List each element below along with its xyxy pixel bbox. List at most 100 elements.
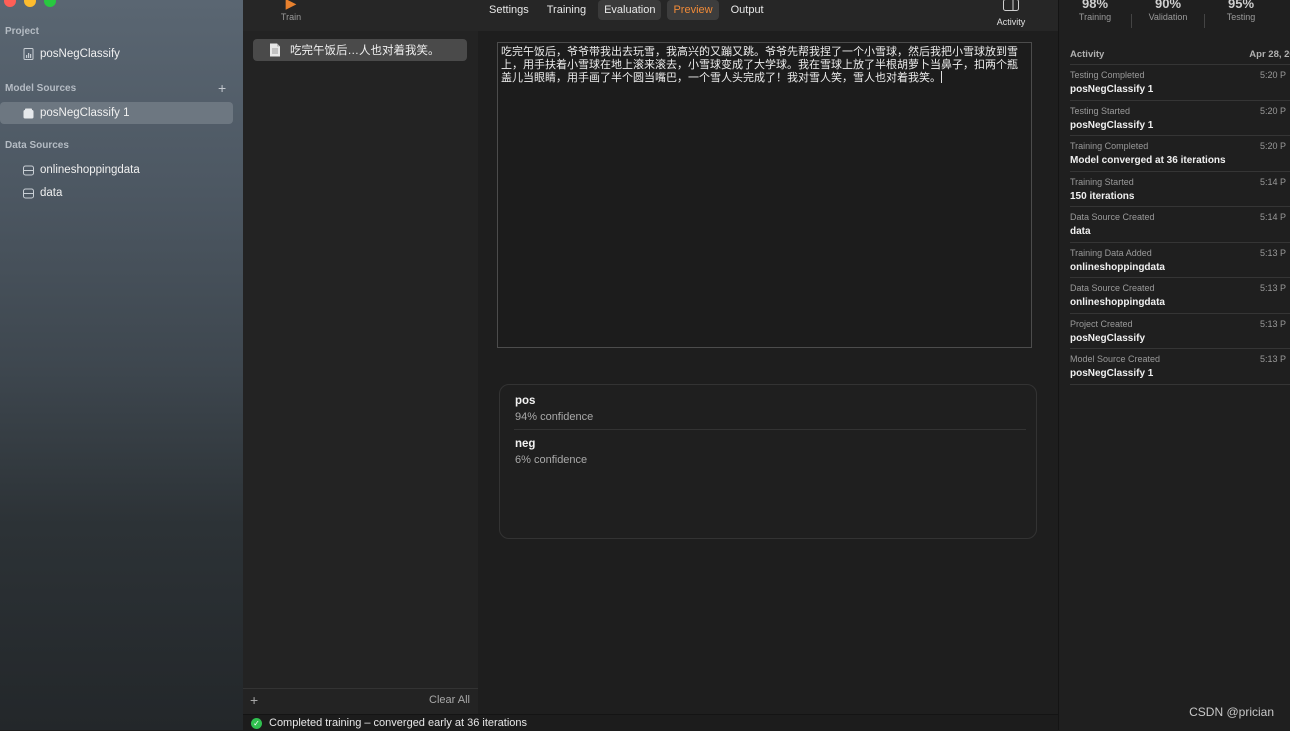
zoom-window-button[interactable] — [44, 0, 56, 7]
toolbar: ▶ Train Settings Training Evaluation Pre… — [243, 0, 1058, 32]
activity-sidebar-icon — [1003, 0, 1019, 11]
list-item[interactable]: Training Data Added 5:13 P onlineshoppin… — [1070, 241, 1290, 278]
checkmark-icon: ✓ — [251, 717, 262, 729]
activity-button[interactable]: Activity — [988, 0, 1034, 27]
sidebar-item-data-source[interactable]: onlineshoppingdata — [0, 159, 233, 181]
sidebar-item-label: onlineshoppingdata — [40, 164, 140, 176]
metric-testing: 95% Testing — [1205, 0, 1277, 30]
data-sources-section-title: Data Sources — [5, 140, 69, 151]
event-time: 5:14 P — [1260, 176, 1287, 187]
watermark: CSDN @prician — [1189, 705, 1274, 719]
activity-header: Activity Apr 28, 202 — [1070, 49, 1290, 60]
list-item[interactable]: Testing Completed 5:20 P posNegClassify … — [1070, 64, 1290, 100]
result-confidence: 94% confidence — [515, 411, 594, 423]
event-detail: onlineshoppingdata — [1070, 261, 1165, 273]
document-icon — [270, 43, 280, 57]
event-time: 5:20 P — [1260, 105, 1287, 116]
event-kind: Training Completed — [1070, 141, 1149, 151]
text-caret — [941, 71, 942, 83]
list-item[interactable]: 吃完午饭后…人也对着我笑。 — [253, 39, 467, 61]
prediction-results: pos 94% confidence neg 6% confidence — [499, 384, 1037, 539]
event-detail: 150 iterations — [1070, 190, 1135, 202]
metric-validation: 90% Validation — [1132, 0, 1204, 30]
event-kind: Data Source Created — [1070, 283, 1155, 293]
activity-panel: 98% Training 90% Validation 95% Testing … — [1058, 0, 1290, 730]
metric-value: 95% — [1227, 0, 1255, 11]
list-item[interactable]: Testing Started 5:20 P posNegClassify 1 — [1070, 99, 1290, 136]
event-kind: Testing Started — [1070, 105, 1131, 116]
event-kind: Model Source Created — [1070, 354, 1161, 364]
database-icon — [22, 164, 34, 176]
sidebar-item-label: data — [40, 187, 63, 199]
sidebar: Project posNegClassify Model Sources + p… — [0, 0, 244, 730]
play-icon: ▶ — [285, 0, 297, 11]
event-time: 5:13 P — [1260, 247, 1287, 258]
activity-label: Activity — [996, 17, 1026, 27]
event-detail: data — [1070, 226, 1091, 237]
model-sources-section-title: Model Sources — [5, 83, 77, 94]
tab-output[interactable]: Output — [725, 0, 770, 20]
result-divider — [514, 429, 1026, 430]
event-detail: posNegClassify 1 — [1070, 84, 1154, 95]
accuracy-metrics: 98% Training 90% Validation 95% Testing — [1059, 0, 1290, 30]
sidebar-item-model-source[interactable]: posNegClassify 1 — [0, 102, 233, 124]
train-label: Train — [280, 12, 302, 22]
preview-main: 吃完午饭后，爷爷带我出去玩雪，我高兴的又蹦又跳。爷爷先帮我捏了一个小雪球，然后我… — [478, 31, 1058, 721]
metric-training: 98% Training — [1059, 0, 1131, 30]
add-preview-button[interactable]: + — [250, 692, 258, 708]
event-time: 5:13 P — [1260, 318, 1287, 329]
event-kind: Testing Completed — [1070, 70, 1145, 80]
event-time: 5:14 P — [1260, 212, 1287, 222]
list-item-label: 吃完午饭后…人也对着我笑。 — [290, 45, 440, 57]
event-detail: Model converged at 36 iterations — [1070, 155, 1226, 166]
activity-list: Testing Completed 5:20 P posNegClassify … — [1070, 64, 1290, 385]
sidebar-item-data-source[interactable]: data — [0, 182, 233, 204]
metric-label: Testing — [1226, 12, 1256, 22]
tab-preview[interactable]: Preview — [667, 0, 719, 20]
event-detail: posNegClassify 1 — [1070, 119, 1154, 131]
project-section-title: Project — [5, 26, 39, 37]
train-button[interactable]: ▶ Train — [276, 0, 306, 22]
event-kind: Data Source Created — [1070, 212, 1155, 222]
list-item[interactable]: Model Source Created 5:13 P posNegClassi… — [1070, 348, 1290, 385]
list-item[interactable]: Project Created 5:13 P posNegClassify — [1070, 312, 1290, 349]
list-item[interactable]: Data Source Created 5:14 P data — [1070, 206, 1290, 242]
list-item[interactable]: Data Source Created 5:13 P onlineshoppin… — [1070, 277, 1290, 313]
preview-text-input[interactable]: 吃完午饭后，爷爷带我出去玩雪，我高兴的又蹦又跳。爷爷先帮我捏了一个小雪球，然后我… — [497, 42, 1032, 348]
sidebar-item-label: posNegClassify 1 — [40, 107, 130, 119]
result-label: neg — [515, 438, 536, 450]
list-item[interactable]: Training Started 5:14 P 150 iterations — [1070, 170, 1290, 207]
tab-evaluation[interactable]: Evaluation — [598, 0, 662, 20]
minimize-window-button[interactable] — [24, 0, 36, 7]
database-icon — [22, 187, 34, 199]
list-item[interactable]: Training Completed 5:20 P Model converge… — [1070, 135, 1290, 171]
event-kind: Training Started — [1070, 176, 1134, 187]
metric-label: Training — [1078, 12, 1112, 22]
window-controls — [4, 0, 56, 7]
metric-value: 90% — [1154, 0, 1182, 11]
clear-all-button[interactable]: Clear All — [429, 694, 470, 706]
activity-date: Apr 28, 202 — [1249, 49, 1290, 60]
sidebar-item-project[interactable]: posNegClassify — [0, 43, 233, 65]
result-label: pos — [515, 395, 536, 407]
preview-list-panel: 吃完午饭后…人也对着我笑。 + Clear All — [243, 31, 479, 721]
project-file-icon — [22, 48, 34, 60]
event-time: 5:13 P — [1260, 354, 1287, 364]
status-bar: ✓ Completed training – converged early a… — [243, 714, 1058, 731]
result-row: pos 94% confidence — [515, 395, 1025, 423]
event-kind: Training Data Added — [1070, 247, 1152, 258]
tab-settings[interactable]: Settings — [483, 0, 535, 20]
result-confidence: 6% confidence — [515, 454, 588, 466]
tab-training[interactable]: Training — [541, 0, 592, 20]
event-detail: posNegClassify — [1070, 332, 1146, 344]
event-kind: Project Created — [1070, 318, 1133, 329]
metric-value: 98% — [1081, 0, 1109, 11]
tab-bar: Settings Training Evaluation Preview Out… — [483, 0, 770, 20]
list-footer: + Clear All — [243, 688, 478, 711]
add-model-source-button[interactable]: + — [218, 80, 226, 96]
activity-title: Activity — [1070, 49, 1105, 60]
event-time: 5:20 P — [1260, 141, 1287, 151]
event-time: 5:13 P — [1260, 283, 1287, 293]
sidebar-item-label: posNegClassify — [40, 48, 120, 60]
close-window-button[interactable] — [4, 0, 16, 7]
